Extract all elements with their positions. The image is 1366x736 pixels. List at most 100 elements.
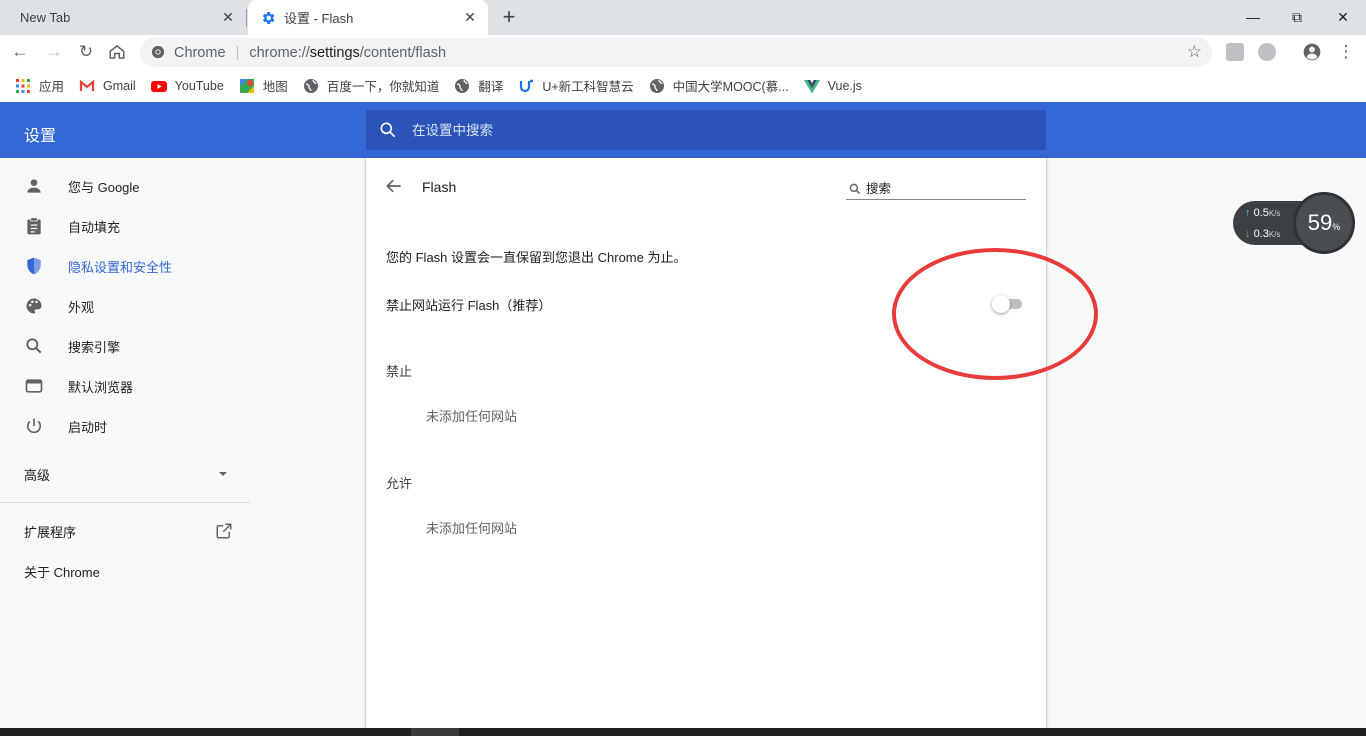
sidebar-item-appearance[interactable]: 外观 bbox=[0, 286, 250, 326]
extension-m-icon[interactable] bbox=[1258, 43, 1276, 61]
new-tab-button[interactable]: + bbox=[498, 6, 520, 28]
apps-grid-icon bbox=[16, 78, 30, 93]
vue-icon bbox=[803, 79, 820, 93]
download-speed: ↓ 0.3K/s bbox=[1245, 228, 1280, 240]
sidebar-item-on-startup[interactable]: 启动时 bbox=[0, 406, 250, 446]
window-close-button[interactable]: ✕ bbox=[1332, 6, 1354, 28]
globe-icon bbox=[303, 78, 318, 93]
url-host: settings bbox=[309, 44, 360, 61]
page-title: 设置 bbox=[24, 128, 57, 145]
tab-new-tab[interactable]: New Tab ✕ bbox=[0, 0, 246, 35]
menu-icon[interactable]: ⋮ bbox=[1334, 40, 1358, 64]
gauge-value: 59 bbox=[1307, 210, 1333, 235]
globe-icon bbox=[649, 78, 664, 93]
reload-button[interactable]: ↻ bbox=[74, 40, 98, 64]
sidebar-item-label: 启动时 bbox=[68, 419, 108, 435]
allowed-empty-text: 未添加任何网站 bbox=[426, 521, 518, 536]
settings-search-input[interactable] bbox=[412, 122, 1012, 138]
sidebar-item-label: 搜索引擎 bbox=[68, 339, 121, 355]
bookmark-mooc[interactable]: 中国大学MOOC(慕... bbox=[649, 76, 789, 95]
bookmark-label: 中国大学MOOC(慕... bbox=[672, 80, 789, 94]
taskbar bbox=[0, 728, 1366, 736]
flash-settings-card: Flash 您的 Flash 设置会一直保留到您退出 Chrome 为止。 禁止… bbox=[366, 158, 1046, 728]
memory-gauge[interactable]: 59% bbox=[1293, 192, 1355, 254]
gauge-unit: % bbox=[1332, 222, 1341, 232]
down-arrow-icon: ↓ bbox=[1245, 228, 1251, 240]
chrome-icon bbox=[151, 45, 165, 59]
subpage-search-input[interactable] bbox=[866, 181, 1016, 196]
restore-button[interactable]: ⧉ bbox=[1286, 6, 1308, 28]
sidebar-item-label: 外观 bbox=[68, 299, 95, 315]
omnibox[interactable]: Chrome | chrome://settings/content/flash… bbox=[140, 38, 1212, 67]
bookmark-gmail[interactable]: Gmail bbox=[79, 78, 136, 94]
tab-strip: New Tab ✕ 设置 - Flash ✕ + — ⧉ ✕ bbox=[0, 0, 1366, 35]
sidebar-item-you-and-google[interactable]: 您与 Google bbox=[0, 166, 250, 206]
bookmark-star-icon[interactable]: ☆ bbox=[1187, 42, 1202, 62]
back-arrow-icon[interactable] bbox=[384, 176, 404, 196]
power-icon bbox=[26, 418, 42, 434]
sidebar-item-autofill[interactable]: 自动填充 bbox=[0, 206, 250, 246]
u-logo-icon bbox=[520, 79, 534, 92]
home-icon[interactable] bbox=[108, 43, 126, 61]
back-button[interactable]: ← bbox=[8, 40, 32, 64]
url-path: /content/flash bbox=[359, 44, 447, 61]
about-label: 关于 Chrome bbox=[24, 564, 100, 580]
url-prefix: chrome:// bbox=[249, 44, 310, 61]
bookmark-label: 地图 bbox=[262, 80, 288, 94]
bookmark-baidu[interactable]: 百度一下，你就知道 bbox=[303, 76, 439, 95]
globe-icon bbox=[455, 78, 470, 93]
bookmark-label: U+新工科智慧云 bbox=[542, 80, 634, 94]
sidebar-item-privacy[interactable]: 隐私设置和安全性 bbox=[0, 246, 250, 286]
sidebar-divider bbox=[0, 502, 250, 503]
bookmark-label: YouTube bbox=[174, 78, 224, 93]
download-unit: K/s bbox=[1268, 230, 1281, 239]
sidebar-advanced[interactable]: 高级 bbox=[0, 454, 250, 494]
block-flash-label: 禁止网站运行 Flash（推荐） bbox=[386, 298, 552, 313]
sidebar-about-chrome[interactable]: 关于 Chrome bbox=[0, 551, 250, 591]
external-link-icon bbox=[216, 523, 232, 539]
allowed-section-header: 允许 bbox=[386, 476, 413, 491]
extension-icon[interactable] bbox=[1226, 43, 1244, 61]
upload-speed: ↑ 0.5K/s bbox=[1245, 207, 1280, 219]
bookmark-label: 应用 bbox=[39, 80, 65, 94]
clipboard-icon bbox=[27, 217, 41, 235]
close-icon[interactable]: ✕ bbox=[220, 9, 236, 25]
search-icon bbox=[26, 338, 42, 354]
sidebar-item-search-engine[interactable]: 搜索引擎 bbox=[0, 326, 250, 366]
tab-separator bbox=[246, 9, 247, 27]
sidebar-extensions[interactable]: 扩展程序 bbox=[0, 511, 250, 551]
upload-unit: K/s bbox=[1268, 209, 1281, 218]
flash-description: 您的 Flash 设置会一直保留到您退出 Chrome 为止。 bbox=[386, 250, 687, 265]
gmail-icon bbox=[79, 79, 95, 91]
taskbar-active-app[interactable] bbox=[411, 728, 459, 736]
bookmark-apps[interactable]: 应用 bbox=[15, 76, 64, 95]
forward-button[interactable]: → bbox=[42, 40, 66, 64]
extensions-label: 扩展程序 bbox=[24, 524, 77, 540]
bookmark-youtube[interactable]: YouTube bbox=[150, 78, 224, 94]
bookmark-label: Vue.js bbox=[827, 78, 862, 93]
toggle-knob bbox=[992, 295, 1010, 313]
minimize-button[interactable]: — bbox=[1242, 6, 1264, 28]
omnibox-separator: | bbox=[235, 44, 240, 61]
url-text: chrome://settings/content/flash bbox=[249, 45, 446, 61]
person-icon bbox=[27, 179, 41, 193]
profile-icon[interactable] bbox=[1302, 42, 1322, 62]
tab-settings-flash[interactable]: 设置 - Flash ✕ bbox=[248, 0, 488, 35]
block-flash-toggle[interactable] bbox=[992, 295, 1024, 313]
omnibox-chip-label: Chrome bbox=[174, 44, 226, 61]
maps-icon bbox=[239, 78, 254, 93]
tab-title: New Tab bbox=[20, 10, 71, 25]
sidebar: 您与 Google 自动填充 隐私设置和安全性 外观 搜索引擎 默认浏览器 启动… bbox=[0, 158, 250, 728]
tab-title: 设置 - Flash bbox=[284, 11, 354, 26]
close-icon[interactable]: ✕ bbox=[462, 9, 478, 25]
palette-icon bbox=[26, 298, 42, 314]
up-arrow-icon: ↑ bbox=[1245, 207, 1251, 219]
bookmark-translate[interactable]: 翻译 bbox=[454, 76, 503, 95]
browser-icon bbox=[25, 379, 43, 393]
bookmark-u-plus[interactable]: U+新工科智慧云 bbox=[518, 76, 634, 95]
settings-search[interactable] bbox=[366, 110, 1046, 150]
sidebar-item-default-browser[interactable]: 默认浏览器 bbox=[0, 366, 250, 406]
bookmark-vue[interactable]: Vue.js bbox=[803, 78, 862, 94]
bookmark-maps[interactable]: 地图 bbox=[239, 76, 288, 95]
subpage-search[interactable] bbox=[846, 178, 1026, 200]
